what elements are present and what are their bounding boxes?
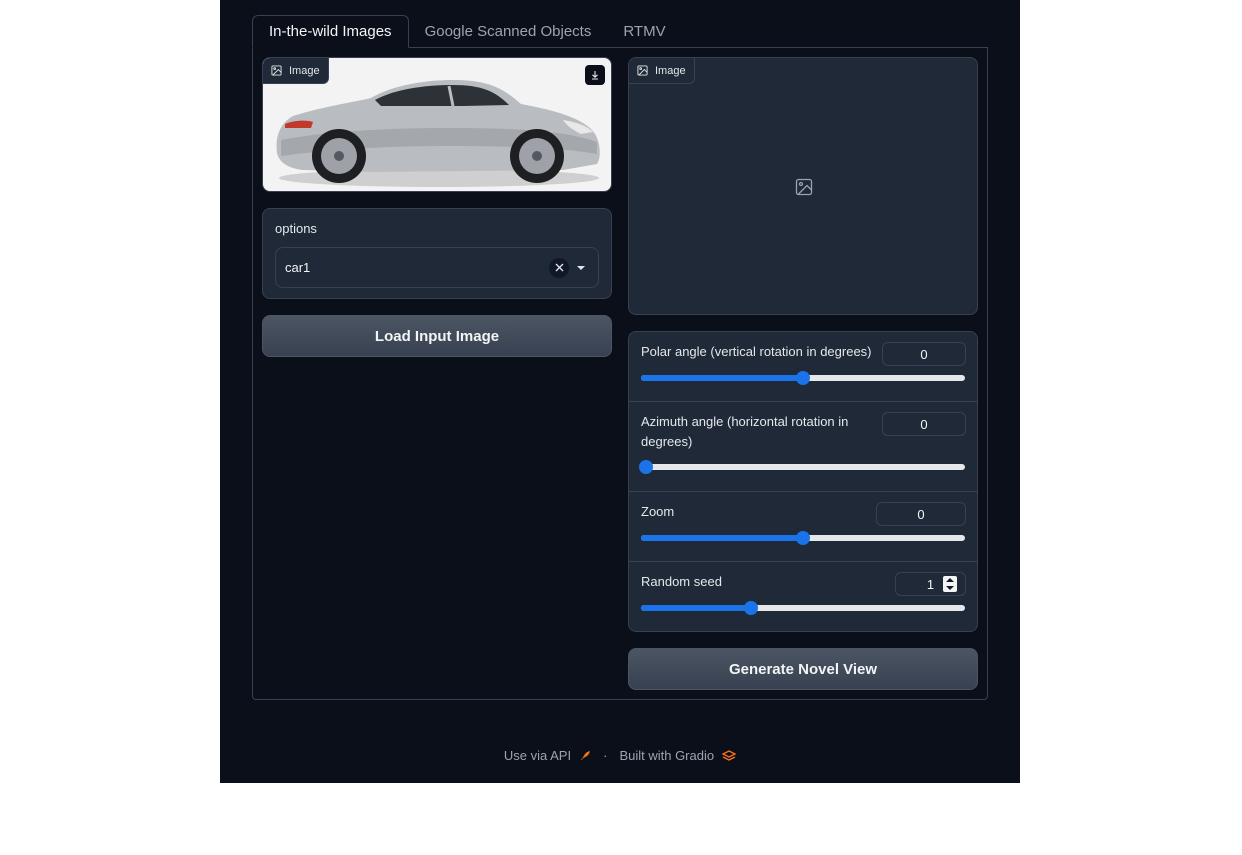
options-dropdown[interactable]: car1 — [275, 247, 599, 288]
generate-novel-view-button[interactable]: Generate Novel View — [628, 648, 978, 690]
zoom-thumb[interactable] — [796, 531, 810, 545]
tab-rtmv[interactable]: RTMV — [607, 15, 681, 48]
zoom-row: Zoom 0 — [629, 492, 977, 562]
input-image-label: Image — [263, 58, 329, 84]
footer: Use via API · Built with Gradio — [220, 748, 1020, 763]
app-container: In-the-wild Images Google Scanned Object… — [220, 0, 1020, 783]
load-input-image-button[interactable]: Load Input Image — [262, 315, 612, 357]
download-button[interactable] — [585, 65, 605, 85]
random-seed-label: Random seed — [641, 574, 722, 589]
sliders-block: Polar angle (vertical rotation in degree… — [628, 331, 978, 632]
image-icon — [271, 65, 282, 76]
random-seed-slider[interactable] — [641, 601, 965, 615]
random-seed-thumb[interactable] — [744, 601, 759, 615]
tab-bar: In-the-wild Images Google Scanned Object… — [252, 15, 682, 48]
rocket-icon — [580, 750, 591, 760]
tab-in-the-wild-images[interactable]: In-the-wild Images — [252, 15, 409, 48]
image-icon — [637, 65, 648, 76]
random-seed-row: Random seed 1 — [629, 562, 977, 631]
image-placeholder-icon — [795, 178, 813, 196]
close-icon — [555, 263, 563, 272]
zoom-fill — [641, 535, 803, 541]
seed-stepper[interactable] — [943, 576, 957, 592]
stepper-down-icon[interactable] — [946, 586, 954, 590]
zoom-slider[interactable] — [641, 531, 965, 545]
options-dropdown-value: car1 — [285, 260, 311, 275]
polar-angle-input[interactable]: 0 — [882, 342, 966, 366]
azimuth-angle-slider[interactable] — [638, 460, 965, 474]
azimuth-angle-label: Azimuth angle (horizontal rotation in de… — [641, 414, 849, 449]
input-image[interactable]: Image — [262, 57, 612, 192]
clear-selection-button[interactable] — [549, 257, 569, 278]
options-label: options — [275, 221, 317, 236]
azimuth-angle-row: Azimuth angle (horizontal rotation in de… — [629, 402, 977, 492]
built-with-gradio-link[interactable]: Built with Gradio — [619, 748, 714, 763]
polar-angle-fill — [641, 375, 803, 381]
polar-angle-slider[interactable] — [641, 371, 965, 385]
polar-angle-thumb[interactable] — [796, 371, 810, 385]
azimuth-angle-input[interactable]: 0 — [882, 412, 966, 436]
zoom-input[interactable]: 0 — [876, 502, 966, 526]
tab-google-scanned-objects[interactable]: Google Scanned Objects — [409, 15, 608, 48]
zoom-label: Zoom — [641, 504, 675, 519]
polar-angle-row: Polar angle (vertical rotation in degree… — [629, 332, 977, 402]
options-block: options car1 — [262, 208, 612, 299]
output-image: Image — [628, 57, 978, 315]
footer-separator: · — [603, 748, 608, 763]
gradio-logo-icon — [722, 749, 737, 761]
random-seed-input[interactable]: 1 — [895, 572, 966, 596]
random-seed-fill — [641, 605, 752, 611]
download-icon — [592, 71, 598, 80]
stepper-up-icon[interactable] — [946, 578, 954, 582]
output-image-label: Image — [629, 58, 695, 84]
azimuth-angle-thumb[interactable] — [638, 460, 653, 474]
polar-angle-label: Polar angle (vertical rotation in degree… — [641, 344, 872, 359]
use-via-api-link[interactable]: Use via API — [504, 748, 571, 763]
chevron-down-icon[interactable] — [577, 265, 585, 270]
